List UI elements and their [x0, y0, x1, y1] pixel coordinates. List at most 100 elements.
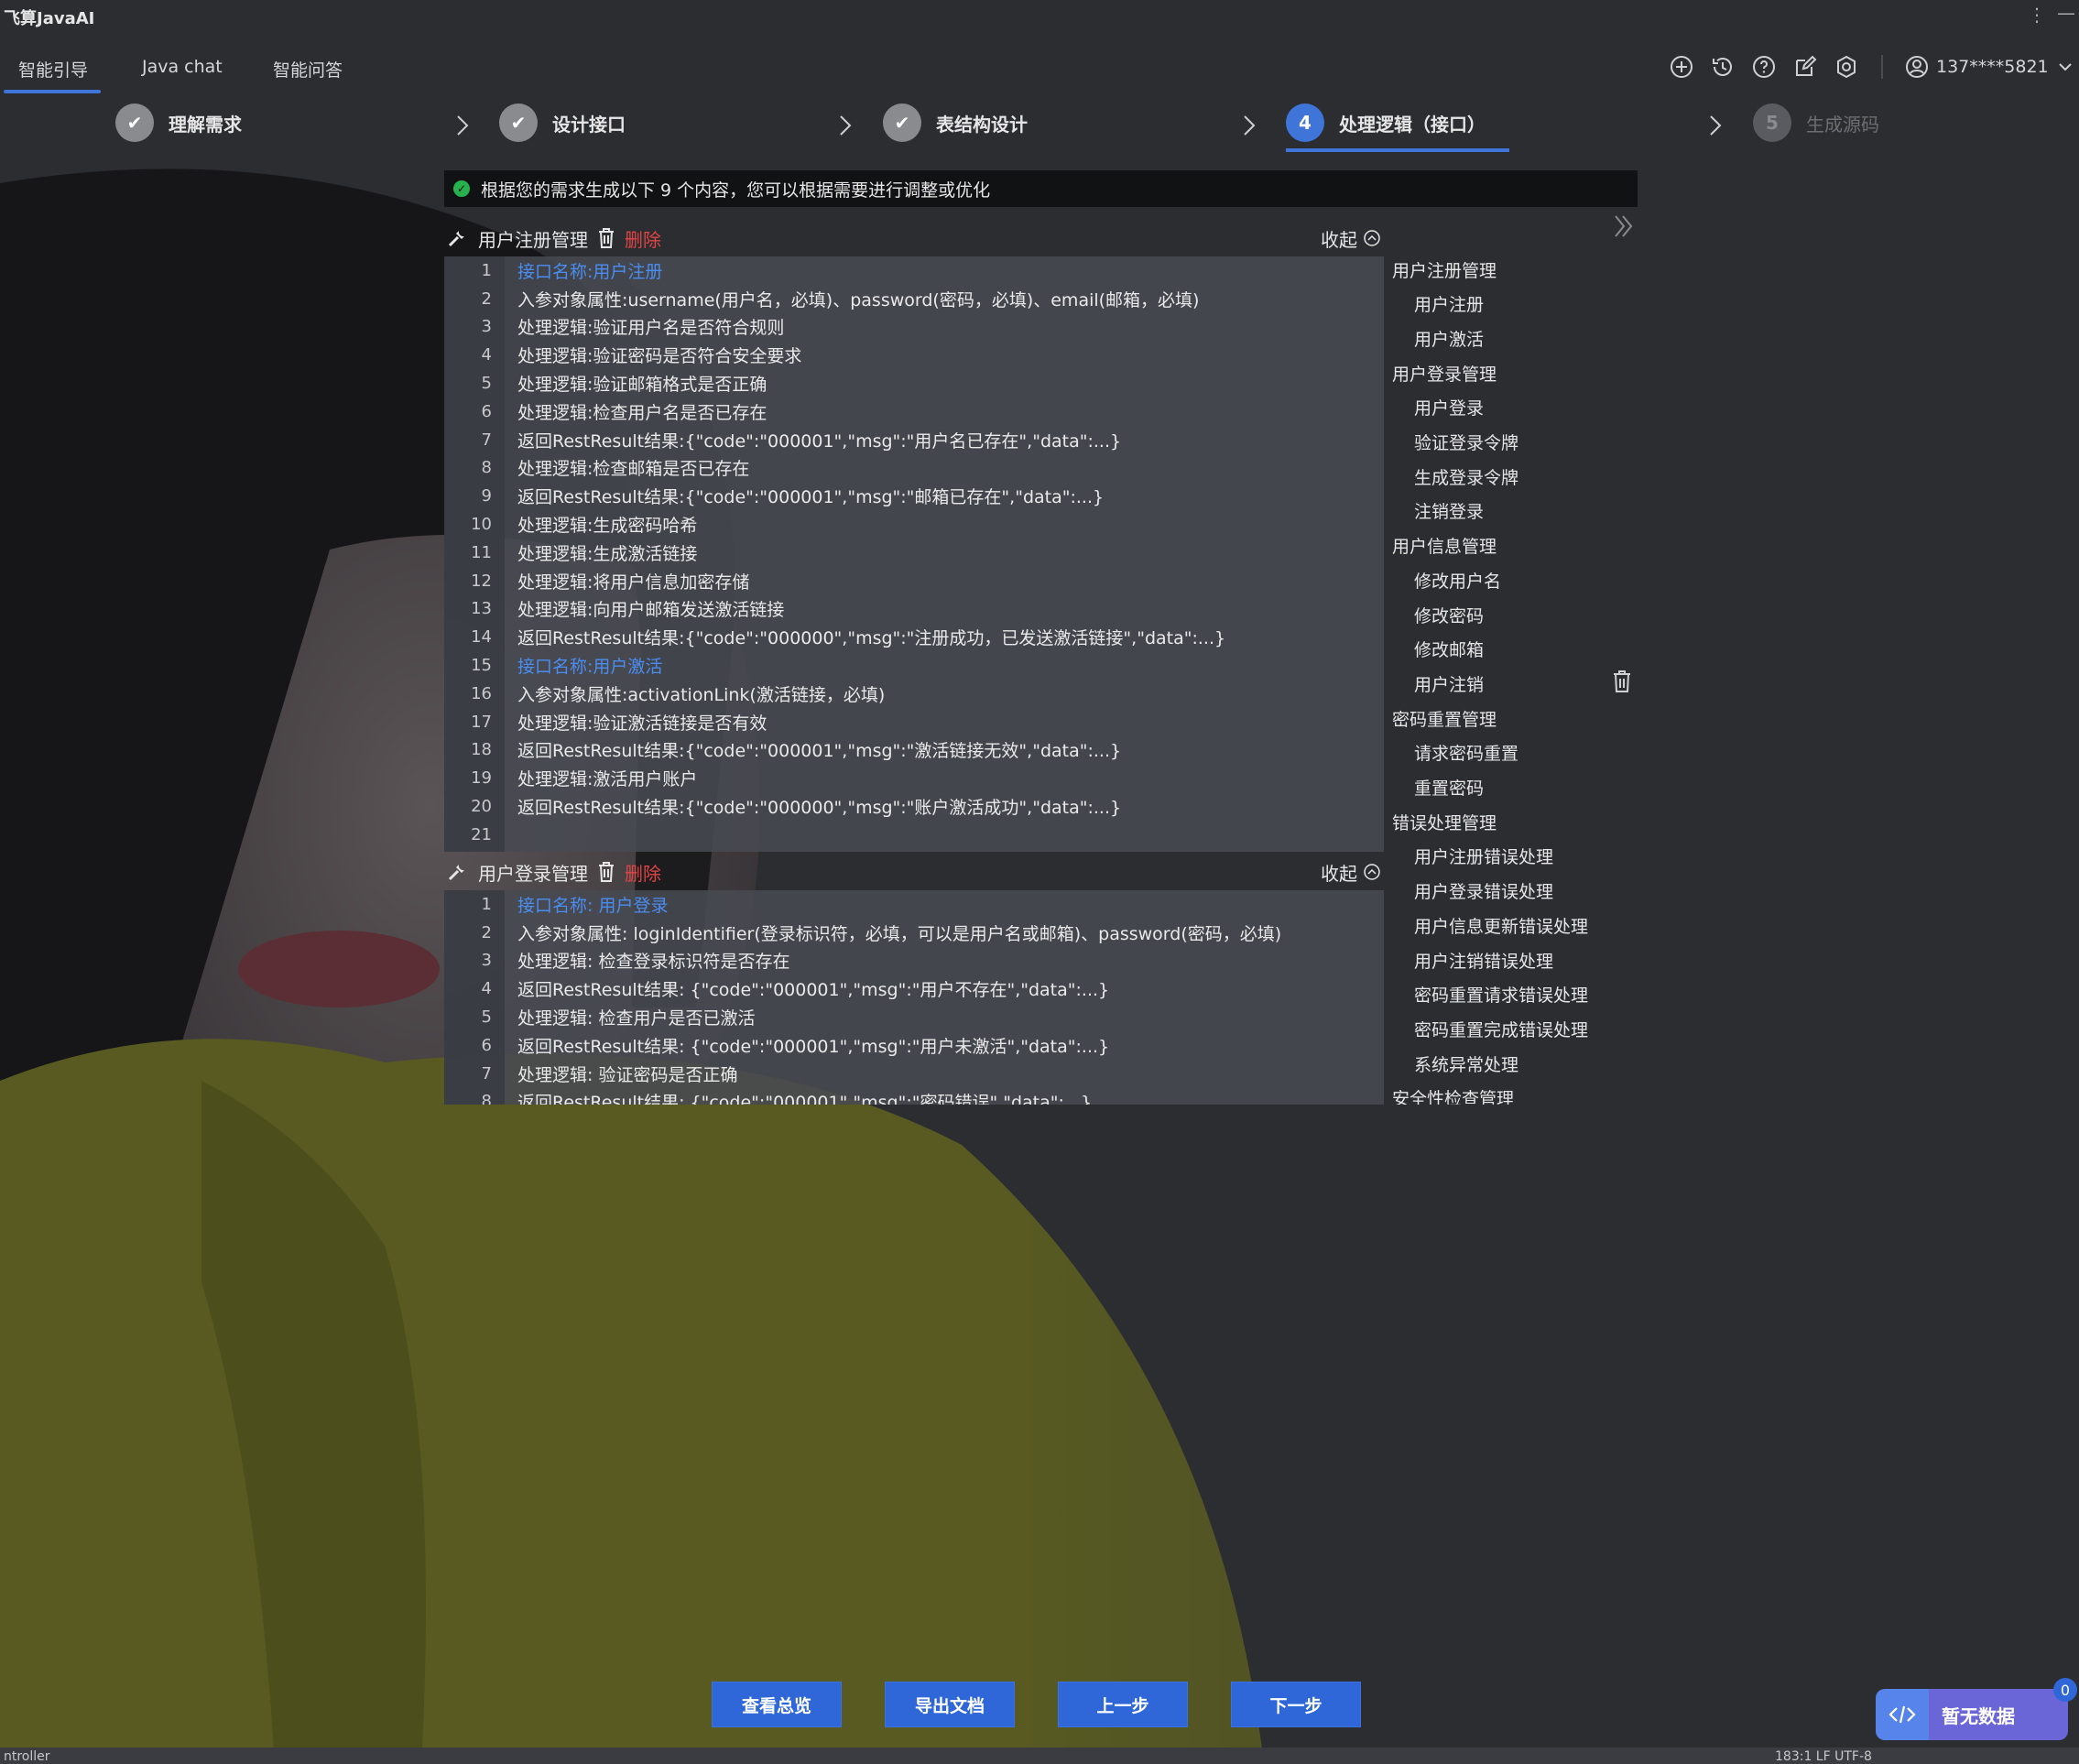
next-step-button[interactable]: 下一步	[1231, 1682, 1361, 1727]
code-line[interactable]: 14 返回RestResult结果:{"code":"000000","msg":…	[444, 623, 1384, 651]
nav-sub-item[interactable]: 用户注册错误处理	[1414, 842, 1553, 871]
code-line[interactable]: 5 处理逻辑:验证邮箱格式是否正确	[444, 369, 1384, 397]
nav-sub-item[interactable]: 修改密码	[1414, 600, 1484, 629]
code-block-registration[interactable]: 1 接口名称:用户注册 2 入参对象属性:username(用户名，必填)、passw…	[444, 256, 1384, 852]
code-line[interactable]: 20 返回RestResult结果:{"code":"000000","msg":…	[444, 792, 1384, 821]
code-line[interactable]: 7 处理逻辑: 验证密码是否正确	[444, 1060, 1384, 1088]
code-line[interactable]: 12 处理逻辑:将用户信息加密存储	[444, 567, 1384, 595]
nav-sub-item[interactable]: 用户注册	[1414, 289, 1484, 319]
code-line[interactable]: 2 入参对象属性:username(用户名，必填)、password(密码，必填)…	[444, 285, 1384, 313]
nav-group-item[interactable]: 用户登录管理	[1392, 358, 1497, 387]
code-line[interactable]: 7 返回RestResult结果:{"code":"000001","msg":"…	[444, 426, 1384, 454]
code-line[interactable]: 6 返回RestResult结果: {"code":"000001","msg":…	[444, 1031, 1384, 1060]
tab-java-chat[interactable]: Java chat	[142, 57, 223, 77]
tab-smart-qa[interactable]: 智能问答	[273, 57, 343, 82]
code-line[interactable]: 3 处理逻辑:验证用户名是否符合规则	[444, 313, 1384, 342]
code-line[interactable]: 1 接口名称: 用户登录	[444, 890, 1384, 919]
collapse-button[interactable]: 收起	[1321, 225, 1381, 252]
user-menu[interactable]: 137****5821	[1881, 53, 2074, 81]
step-design-interface[interactable]: ✔ 设计接口	[499, 103, 626, 143]
help-icon[interactable]	[1750, 53, 1778, 81]
code-line[interactable]: 18 返回RestResult结果:{"code":"000001","msg":…	[444, 736, 1384, 765]
history-icon[interactable]	[1709, 53, 1736, 81]
code-line[interactable]: 17 处理逻辑:验证激活链接是否有效	[444, 708, 1384, 736]
nav-sub-item[interactable]: 修改邮箱	[1414, 635, 1484, 664]
nav-sub-item[interactable]: 生成登录令牌	[1414, 462, 1518, 491]
previous-step-button[interactable]: 上一步	[1058, 1682, 1188, 1727]
line-text: 入参对象属性: loginIdentifier(登录标识符，必填，可以是用户名或…	[517, 923, 1282, 944]
nav-sub-item[interactable]: 用户注销错误处理	[1414, 945, 1553, 975]
line-text: 返回RestResult结果: {"code":"000001","msg":"…	[517, 980, 1110, 1001]
settings-icon[interactable]	[1833, 53, 1860, 81]
view-overview-button[interactable]: 查看总览	[712, 1682, 842, 1727]
line-number: 6	[481, 1035, 492, 1055]
code-line[interactable]: 4 处理逻辑:验证密码是否符合安全要求	[444, 341, 1384, 369]
nav-sub-item[interactable]: 用户登录	[1414, 393, 1484, 422]
edit-icon[interactable]	[1791, 53, 1819, 81]
delete-button[interactable]: 删除	[625, 225, 661, 252]
code-line[interactable]: 8 处理逻辑:检查邮箱是否已存在	[444, 454, 1384, 483]
code-line[interactable]: 5 处理逻辑: 检查用户是否已激活	[444, 1003, 1384, 1031]
code-line[interactable]: 4 返回RestResult结果: {"code":"000001","msg":…	[444, 975, 1384, 1003]
check-icon: ✔	[883, 103, 921, 142]
step-number: 4	[1286, 103, 1324, 142]
code-block-login[interactable]: 1 接口名称: 用户登录 2 入参对象属性: loginIdentifier(登录标识…	[444, 890, 1384, 1105]
nav-group-item[interactable]: 错误处理管理	[1392, 807, 1497, 836]
nav-sub-item[interactable]: 用户登录错误处理	[1414, 877, 1553, 906]
trash-icon[interactable]	[1612, 669, 1632, 694]
line-number: 19	[471, 768, 492, 789]
step-generate-source[interactable]: 5 生成源码	[1753, 103, 1879, 143]
code-line[interactable]: 16 入参对象属性:activationLink(激活链接，必填)	[444, 680, 1384, 708]
code-data-widget[interactable]: 暂无数据 0	[1876, 1678, 2077, 1740]
code-line[interactable]: 19 处理逻辑:激活用户账户	[444, 764, 1384, 792]
code-line[interactable]: 11 处理逻辑:生成激活链接	[444, 539, 1384, 567]
section-title: 用户注册管理	[478, 228, 588, 251]
trash-icon[interactable]	[597, 227, 617, 249]
check-icon: ✔	[115, 103, 154, 142]
section-header-registration: 用户注册管理 删除 收起	[447, 220, 1381, 256]
section-header-login: 用户登录管理 删除 收起	[447, 854, 1381, 890]
add-icon[interactable]	[1668, 53, 1695, 81]
code-line[interactable]: 2 入参对象属性: loginIdentifier(登录标识符，必填，可以是用户名…	[444, 919, 1384, 947]
nav-group-item[interactable]: 密码重置管理	[1392, 703, 1497, 733]
code-line[interactable]: 9 返回RestResult结果:{"code":"000001","msg":"…	[444, 482, 1384, 510]
delete-button[interactable]: 删除	[625, 859, 661, 886]
line-text: 返回RestResult结果:{"code":"000001","msg":"激…	[517, 741, 1122, 762]
export-document-button[interactable]: 导出文档	[885, 1682, 1015, 1727]
nav-sub-item[interactable]: 修改用户名	[1414, 565, 1501, 594]
chevron-right-icon	[1710, 115, 1722, 136]
nav-sub-item[interactable]: 验证登录令牌	[1414, 428, 1518, 457]
more-options-icon[interactable]: ⋮	[2028, 4, 2046, 26]
nav-sub-item[interactable]: 密码重置请求错误处理	[1414, 980, 1588, 1009]
nav-sub-item[interactable]: 用户激活	[1414, 323, 1484, 353]
step-process-logic[interactable]: 4 处理逻辑（接口）	[1286, 103, 1486, 143]
user-name: 137****5821	[1936, 57, 2049, 77]
nav-sub-item[interactable]: 用户信息更新错误处理	[1414, 910, 1588, 940]
code-line[interactable]: 1 接口名称:用户注册	[444, 256, 1384, 285]
code-line[interactable]: 6 处理逻辑:检查用户名是否已存在	[444, 397, 1384, 426]
code-line[interactable]: 13 处理逻辑:向用户邮箱发送激活链接	[444, 595, 1384, 624]
tab-smart-guide[interactable]: 智能引导	[18, 57, 88, 82]
step-table-design[interactable]: ✔ 表结构设计	[883, 103, 1028, 143]
nav-sub-item[interactable]: 系统异常处理	[1414, 1049, 1518, 1078]
step-understand-requirements[interactable]: ✔ 理解需求	[115, 103, 242, 143]
code-line[interactable]: 10 处理逻辑:生成密码哈希	[444, 510, 1384, 539]
code-line[interactable]: 8 返回RestResult结果: {"code":"000001","msg":…	[444, 1088, 1384, 1105]
collapse-button[interactable]: 收起	[1321, 859, 1381, 886]
nav-sub-item[interactable]: 重置密码	[1414, 773, 1484, 802]
nav-group-item[interactable]: 安全性检查管理	[1392, 1083, 1514, 1105]
trash-icon[interactable]	[597, 861, 617, 883]
line-number: 15	[471, 656, 492, 676]
nav-group-item[interactable]: 用户注册管理	[1392, 255, 1497, 284]
minimize-icon[interactable]: —	[2057, 2, 2075, 24]
code-line[interactable]: 21	[444, 821, 1384, 849]
code-line[interactable]: 15 接口名称:用户激活	[444, 651, 1384, 680]
double-chevron-right-icon[interactable]	[1610, 211, 1638, 242]
nav-group-item[interactable]: 用户信息管理	[1392, 531, 1497, 561]
code-line[interactable]: 3 处理逻辑: 检查登录标识符是否存在	[444, 947, 1384, 975]
nav-sub-item[interactable]: 注销登录	[1414, 496, 1484, 526]
nav-sub-item[interactable]: 密码重置完成错误处理	[1414, 1014, 1588, 1043]
step-label: 生成源码	[1806, 113, 1879, 136]
nav-sub-item[interactable]: 请求密码重置	[1414, 738, 1518, 768]
nav-sub-item[interactable]: 用户注销	[1414, 669, 1484, 698]
